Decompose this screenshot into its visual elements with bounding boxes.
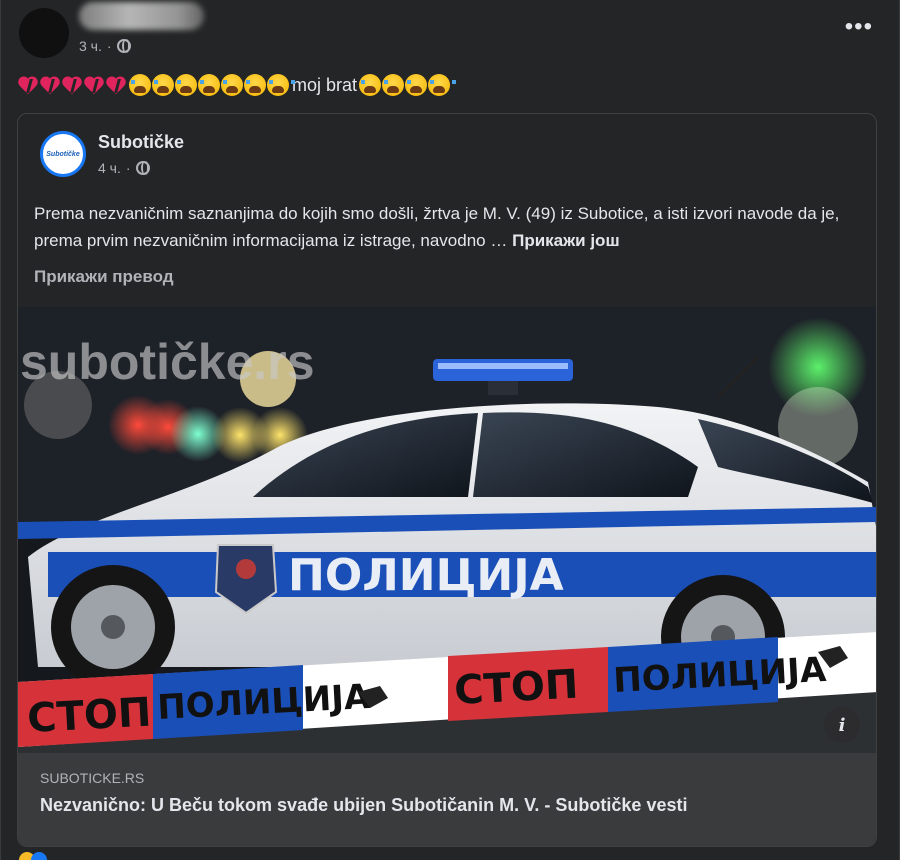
- broken-heart-icon: [19, 75, 41, 95]
- broken-heart-icon: [63, 75, 85, 95]
- broken-heart-icon: [41, 75, 63, 95]
- page-name[interactable]: Subotičke: [98, 132, 184, 153]
- meta-separator: ·: [125, 160, 131, 176]
- crying-face-icon: [267, 74, 295, 96]
- post-message: moj brat: [292, 74, 358, 95]
- broken-heart-icon: [107, 75, 129, 95]
- shared-post-text: Prema nezvaničnim saznanjima do kojih sm…: [34, 204, 840, 250]
- post-time[interactable]: 3 ч.: [79, 38, 102, 54]
- broken-heart-icon: [85, 75, 107, 95]
- crying-face-icon: [382, 74, 411, 96]
- avatar[interactable]: [19, 8, 69, 58]
- shared-post-body: Prema nezvaničnim saznanjima do kojih sm…: [34, 200, 864, 254]
- info-icon[interactable]: i: [824, 707, 860, 743]
- crying-face-icon: [152, 74, 180, 96]
- car-police-text: ПОЛИЦИЈА: [288, 550, 564, 601]
- link-domain: SUBOTICKE.RS: [40, 770, 145, 786]
- crying-face-icon: [221, 74, 249, 96]
- meta-separator: ·: [106, 38, 112, 54]
- like-reaction-icon: [31, 852, 47, 860]
- author-name-blurred[interactable]: [79, 2, 204, 30]
- see-more-link[interactable]: Прикажи још: [512, 231, 620, 250]
- post-text: moj brat: [19, 74, 457, 96]
- see-translation-link[interactable]: Прикажи превод: [34, 267, 174, 287]
- crying-face-icon: [129, 74, 157, 96]
- post-card: 3 ч. · ••• moj brat Subotičke Subotičke …: [0, 0, 900, 860]
- crying-face-icon: [244, 74, 272, 96]
- image-watermark: subotičke.rs: [20, 334, 315, 390]
- article-image[interactable]: ПОЛИЦИЈА СТОП ПОЛИЦИЈА СТОП ПОЛИЦИЈА sub…: [18, 307, 876, 753]
- post-meta: 3 ч. ·: [79, 38, 131, 54]
- crying-face-icon: [359, 74, 388, 96]
- page-logo-text: Subotičke: [46, 150, 80, 158]
- page-logo[interactable]: Subotičke: [40, 131, 86, 177]
- tape-stop-text: СТОП: [26, 690, 152, 742]
- reaction-icons[interactable]: [19, 852, 59, 860]
- more-options-button[interactable]: •••: [845, 15, 873, 39]
- tape-stop-text-2: СТОП: [453, 662, 579, 714]
- link-preview[interactable]: SUBOTICKE.RS Nezvanično: U Beču tokom sv…: [18, 753, 876, 846]
- shared-post-meta: 4 ч. ·: [98, 160, 150, 176]
- crying-face-icon: [428, 74, 457, 96]
- shared-post-time[interactable]: 4 ч.: [98, 160, 121, 176]
- crying-face-icon: [405, 74, 434, 96]
- link-title[interactable]: Nezvanično: U Beču tokom svađe ubijen Su…: [40, 795, 687, 816]
- globe-icon[interactable]: [135, 161, 150, 175]
- crying-face-icon: [175, 74, 203, 96]
- crying-face-icon: [198, 74, 226, 96]
- globe-icon[interactable]: [116, 39, 131, 53]
- shared-post: Subotičke Subotičke 4 ч. · Prema nezvani…: [17, 113, 877, 847]
